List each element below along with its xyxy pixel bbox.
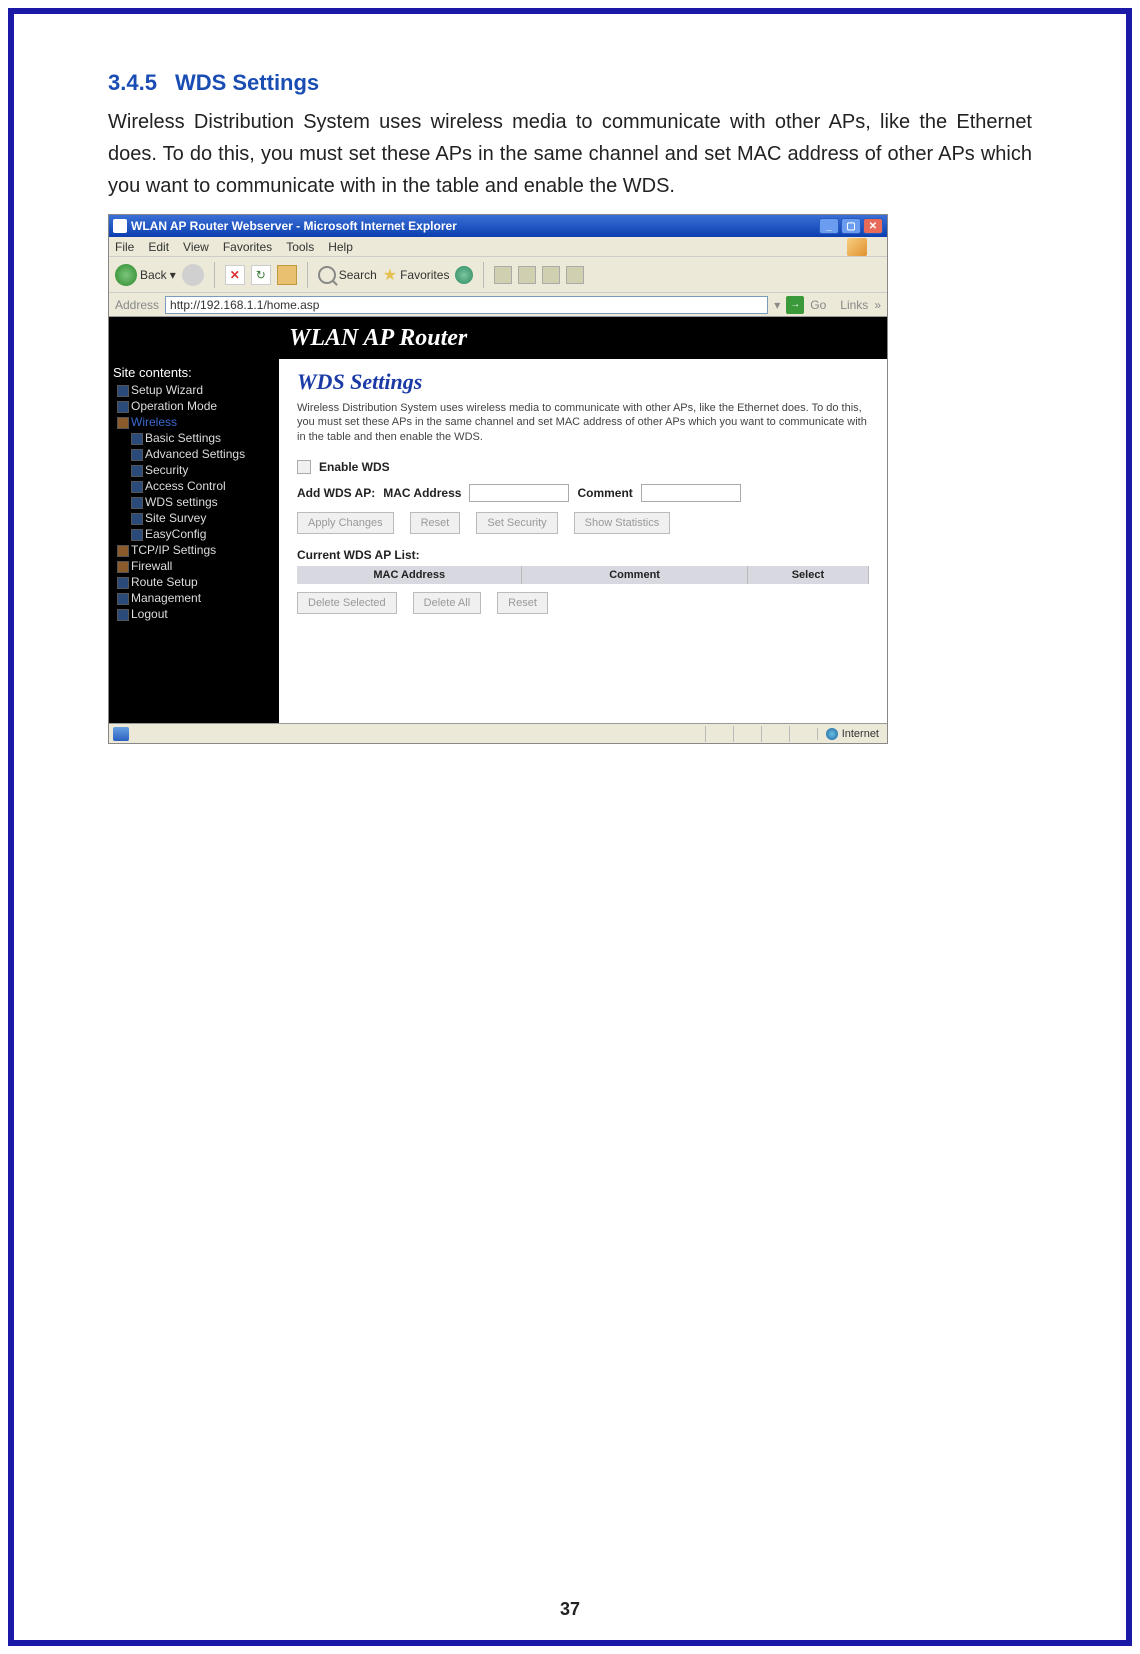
- sidebar-item-basic-settings[interactable]: Basic Settings: [113, 430, 275, 446]
- menubar: File Edit View Favorites Tools Help: [109, 237, 887, 257]
- zone-indicator: Internet: [817, 728, 887, 740]
- home-button[interactable]: [277, 265, 297, 285]
- back-button[interactable]: Back ▾: [115, 264, 176, 286]
- address-label: Address: [115, 298, 159, 312]
- body-paragraph: Wireless Distribution System uses wirele…: [108, 106, 1032, 202]
- maximize-button[interactable]: ▢: [841, 218, 861, 234]
- forward-button[interactable]: [182, 264, 204, 286]
- address-input[interactable]: http://192.168.1.1/home.asp: [165, 296, 768, 314]
- comment-input[interactable]: [641, 484, 741, 502]
- page-title: WDS Settings: [297, 369, 869, 395]
- section-number: 3.4.5: [108, 70, 157, 95]
- sidebar-item-management[interactable]: Management: [113, 590, 275, 606]
- sidebar: Site contents: Setup Wizard Operation Mo…: [109, 359, 279, 723]
- refresh-button[interactable]: ↻: [251, 265, 271, 285]
- sidebar-item-security[interactable]: Security: [113, 462, 275, 478]
- address-bar: Address http://192.168.1.1/home.asp ▾ → …: [109, 293, 887, 317]
- statusbar: Internet: [109, 723, 887, 743]
- menu-favorites[interactable]: Favorites: [223, 240, 272, 254]
- delete-selected-button[interactable]: Delete Selected: [297, 592, 397, 614]
- globe-icon: [826, 728, 838, 740]
- close-button[interactable]: ✕: [863, 218, 883, 234]
- page-number: 37: [0, 1599, 1140, 1620]
- sidebar-item-easyconfig[interactable]: EasyConfig: [113, 526, 275, 542]
- menu-edit[interactable]: Edit: [148, 240, 169, 254]
- favorites-button[interactable]: ★Favorites: [383, 265, 450, 285]
- th-mac: MAC Address: [297, 566, 522, 584]
- window-title: WLAN AP Router Webserver - Microsoft Int…: [131, 219, 457, 233]
- go-button[interactable]: →: [786, 296, 804, 314]
- section-title: WDS Settings: [175, 70, 319, 95]
- star-icon: ★: [383, 265, 397, 285]
- sidebar-item-wds-settings[interactable]: WDS settings: [113, 494, 275, 510]
- menu-help[interactable]: Help: [328, 240, 353, 254]
- enable-wds-label: Enable WDS: [319, 460, 390, 474]
- mail-button[interactable]: [518, 266, 536, 284]
- wds-table-header: MAC Address Comment Select: [297, 566, 869, 584]
- history-button[interactable]: [494, 266, 512, 284]
- ie-icon: [113, 219, 127, 233]
- search-button[interactable]: Search: [318, 266, 377, 284]
- main-panel: WDS Settings Wireless Distribution Syste…: [279, 359, 887, 723]
- sidebar-item-site-survey[interactable]: Site Survey: [113, 510, 275, 526]
- minimize-button[interactable]: _: [819, 218, 839, 234]
- reset-list-button[interactable]: Reset: [497, 592, 548, 614]
- list-heading: Current WDS AP List:: [297, 548, 869, 562]
- sidebar-item-logout[interactable]: Logout: [113, 606, 275, 622]
- th-select: Select: [748, 566, 869, 584]
- menu-view[interactable]: View: [183, 240, 209, 254]
- edit-button[interactable]: [566, 266, 584, 284]
- browser-window: WLAN AP Router Webserver - Microsoft Int…: [108, 214, 888, 744]
- sidebar-item-route-setup[interactable]: Route Setup: [113, 574, 275, 590]
- sidebar-item-advanced-settings[interactable]: Advanced Settings: [113, 446, 275, 462]
- print-button[interactable]: [542, 266, 560, 284]
- back-icon: [115, 264, 137, 286]
- menu-tools[interactable]: Tools: [286, 240, 314, 254]
- page-description: Wireless Distribution System uses wirele…: [297, 401, 869, 444]
- th-comment: Comment: [522, 566, 747, 584]
- sidebar-item-wireless[interactable]: Wireless: [113, 414, 275, 430]
- reset-button[interactable]: Reset: [410, 512, 461, 534]
- set-security-button[interactable]: Set Security: [476, 512, 557, 534]
- sidebar-item-operation-mode[interactable]: Operation Mode: [113, 398, 275, 414]
- apply-changes-button[interactable]: Apply Changes: [297, 512, 394, 534]
- sidebar-item-setup-wizard[interactable]: Setup Wizard: [113, 382, 275, 398]
- media-button[interactable]: [455, 266, 473, 284]
- mac-input[interactable]: [469, 484, 569, 502]
- toolbar: Back ▾ ✕ ↻ Search ★Favorites: [109, 257, 887, 293]
- stop-button[interactable]: ✕: [225, 265, 245, 285]
- links-label[interactable]: Links: [840, 298, 868, 312]
- sidebar-item-firewall[interactable]: Firewall: [113, 558, 275, 574]
- mac-label: MAC Address: [383, 486, 461, 500]
- throbber-icon: [847, 238, 867, 256]
- show-statistics-button[interactable]: Show Statistics: [574, 512, 671, 534]
- comment-label: Comment: [577, 486, 632, 500]
- go-label: Go: [810, 298, 826, 312]
- enable-wds-checkbox[interactable]: [297, 460, 311, 474]
- sidebar-item-tcpip[interactable]: TCP/IP Settings: [113, 542, 275, 558]
- sidebar-root: Site contents:: [113, 365, 275, 380]
- titlebar: WLAN AP Router Webserver - Microsoft Int…: [109, 215, 887, 237]
- app-banner: WLAN AP Router: [109, 317, 887, 359]
- menu-file[interactable]: File: [115, 240, 134, 254]
- section-heading: 3.4.5 WDS Settings: [108, 70, 1032, 96]
- search-icon: [318, 266, 336, 284]
- add-wds-label: Add WDS AP:: [297, 486, 375, 500]
- ie-status-icon: [113, 727, 129, 741]
- delete-all-button[interactable]: Delete All: [413, 592, 481, 614]
- sidebar-item-access-control[interactable]: Access Control: [113, 478, 275, 494]
